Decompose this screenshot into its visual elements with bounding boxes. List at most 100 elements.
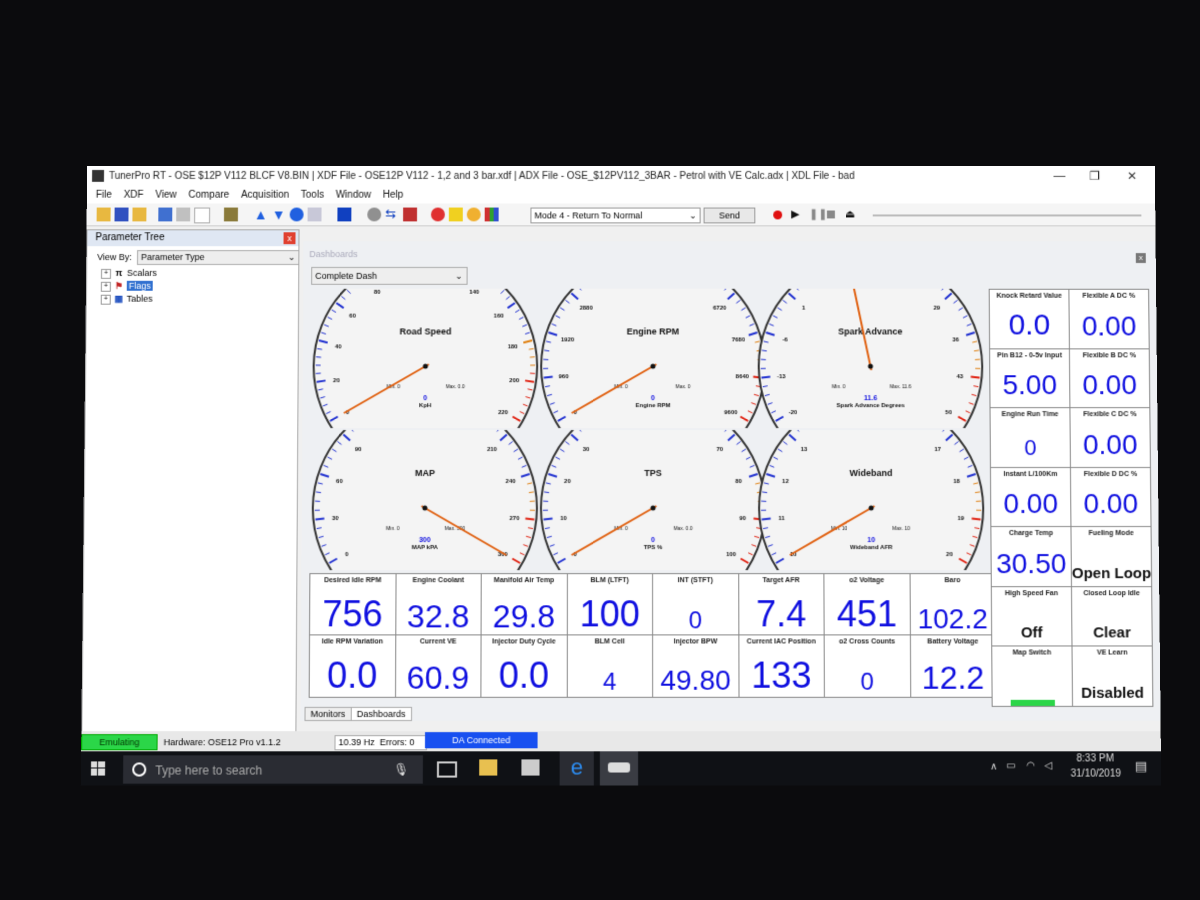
readout-value: 0.00 [1003, 487, 1059, 520]
swap-icon[interactable]: ⇆ [385, 207, 399, 222]
eject-icon[interactable]: ⏏ [845, 208, 859, 222]
play-icon[interactable]: ▶ [791, 208, 805, 222]
gauge-hub [867, 363, 873, 369]
clock-date[interactable]: 31/10/2019 [1071, 768, 1121, 779]
readout-value: 60.9 [406, 659, 470, 696]
store-icon[interactable] [521, 759, 540, 776]
readout-engine-coolant: Engine Coolant 32.8 [394, 573, 482, 637]
windows-start-icon[interactable] [90, 761, 106, 776]
chart-icon[interactable] [484, 207, 499, 222]
gauge-tick-label: 90 [739, 516, 746, 522]
table-icon: ▦ [114, 293, 123, 304]
tray-chevron-icon[interactable]: ∧ [990, 761, 997, 772]
menu-help[interactable]: Help [383, 190, 404, 201]
playback-slider[interactable] [872, 214, 1142, 217]
edge-icon[interactable]: e [559, 751, 594, 786]
chip-icon[interactable] [337, 207, 352, 222]
readout-blm-ltft-: BLM (LTFT) 100 [566, 573, 654, 637]
gauge-tick-label: 5760 [683, 289, 697, 290]
readout-value: 451 [836, 593, 898, 635]
compare-icon[interactable] [176, 207, 191, 222]
taskbar-search-box[interactable]: Type here to search 🎙 [123, 755, 423, 784]
dashboard-select[interactable]: Complete Dash ⌄ [311, 266, 468, 285]
arrow-up-icon[interactable]: ▲ [254, 207, 268, 223]
new-file-icon[interactable] [194, 207, 211, 224]
menu-window[interactable]: Window [336, 190, 371, 201]
wifi-icon[interactable]: ◠ [1026, 760, 1035, 771]
gauge-name: MAP [415, 468, 435, 478]
record-button[interactable] [773, 210, 783, 220]
gauge-tick-label: 14 [831, 430, 838, 431]
gauge-tick-label: 36 [952, 338, 959, 344]
tree-item-tables[interactable]: + ▦ Tables [100, 293, 153, 305]
gauge-value: 11.6 [864, 395, 877, 402]
gauge-hub [650, 363, 656, 369]
gauge-max-label: Max. 0.0 [673, 526, 692, 532]
gauge-tick [525, 380, 536, 384]
battery-icon[interactable]: ▭ [1006, 760, 1016, 771]
file-explorer-icon[interactable] [479, 759, 498, 776]
open-folder-icon[interactable] [96, 207, 111, 222]
toolbar: ▲ ▼ ⇆ Mode 4 - Return To Normal ⌄ Send ▶ … [86, 203, 1156, 227]
tab-monitors[interactable]: Monitors [304, 706, 352, 722]
readout-label: High Speed Fan [1004, 589, 1058, 597]
menu-compare[interactable]: Compare [188, 190, 229, 201]
note-icon[interactable] [448, 207, 463, 222]
save-icon[interactable] [114, 207, 129, 222]
volume-icon[interactable]: ◁ [1044, 760, 1052, 771]
expand-icon[interactable]: + [100, 268, 112, 279]
gauge-max-label: Max. 10 [892, 526, 910, 532]
readout-flexible-b-dc-: Flexible B DC % 0.00 [1068, 347, 1151, 409]
arrow-down-icon[interactable]: ▼ [272, 207, 286, 223]
settings-icon[interactable] [466, 207, 481, 222]
expand-icon[interactable]: + [100, 294, 111, 305]
tab-dashboards[interactable]: Dashboards [350, 706, 412, 722]
pause-icon[interactable]: ❚❚ [809, 208, 827, 222]
menu-tools[interactable]: Tools [301, 190, 324, 201]
download-icon[interactable] [289, 207, 304, 222]
gauge-tick-label: 2880 [580, 305, 594, 311]
notifications-icon[interactable]: ▤ [1135, 758, 1148, 774]
gauge-tick-label: 240 [506, 479, 517, 485]
gauge-engine-rpm: 0960192028803840480057606720768086409600… [538, 288, 768, 429]
task-view-icon[interactable] [436, 761, 458, 778]
readout-label: Map Switch [1012, 649, 1052, 657]
menu-view[interactable]: View [155, 190, 176, 201]
wand-icon[interactable] [223, 207, 238, 222]
minimize-button[interactable]: — [1053, 169, 1065, 183]
view-by-select[interactable]: Parameter Type ⌄ [136, 250, 300, 265]
expand-icon[interactable]: + [100, 281, 111, 292]
open-xdf-icon[interactable] [132, 207, 147, 222]
menu-xdf[interactable]: XDF [124, 190, 144, 201]
readout-label: Flexible D DC % [1083, 470, 1138, 478]
menu-file[interactable]: File [96, 190, 112, 201]
readout-desired-idle-rpm: Desired Idle RPM 756 [309, 573, 397, 637]
readout-instant-l-100km: Instant L/100Km 0.00 [989, 466, 1072, 528]
parameter-tree-close-button[interactable]: x [283, 232, 296, 245]
gauge-tick-label: 9600 [724, 410, 738, 416]
maximize-button[interactable]: ❐ [1089, 169, 1100, 183]
gauge-tick [971, 377, 980, 378]
send-button[interactable]: Send [703, 207, 756, 224]
close-button[interactable]: ✕ [1127, 169, 1137, 183]
microphone-icon[interactable]: 🎙 [393, 762, 408, 776]
copy-icon[interactable] [307, 207, 322, 222]
record-icon[interactable] [430, 207, 445, 222]
stop-icon[interactable] [826, 210, 835, 219]
windows-taskbar: Type here to search 🎙 e ∧ ▭ ◠ ◁ 8:33 PM … [80, 751, 1162, 786]
status-bar: Emulating Hardware: OSE12 Pro v1.1.2 10.… [81, 731, 1161, 752]
link-icon[interactable] [367, 207, 382, 222]
tree-item-flags[interactable]: + ⚑ Flags [100, 280, 153, 292]
gauge-tick-label: 13 [801, 447, 808, 453]
emulating-status: Emulating [81, 734, 158, 751]
tunerpro-taskbar-icon[interactable] [599, 751, 639, 786]
clock-time[interactable]: 8:33 PM [1076, 753, 1114, 764]
mode-select[interactable]: Mode 4 - Return To Normal ⌄ [530, 207, 701, 224]
gauge-tick-label: 22 [903, 289, 910, 290]
menu-acquisition[interactable]: Acquisition [241, 190, 289, 201]
edit-icon[interactable] [158, 207, 173, 222]
gauge-max-label: Max. 0 [675, 384, 690, 390]
dashboards-close-button[interactable]: x [1135, 253, 1146, 263]
dashboard-icon[interactable] [403, 207, 418, 222]
tree-item-scalars[interactable]: + π Scalars [100, 268, 157, 279]
